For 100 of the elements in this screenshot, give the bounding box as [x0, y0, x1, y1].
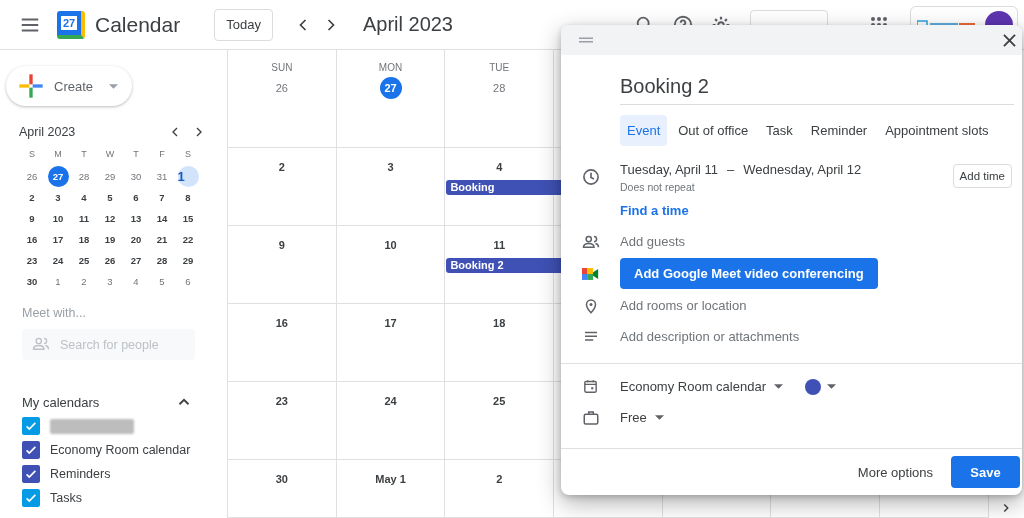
meet-button[interactable]: Add Google Meet video conferencing [620, 258, 878, 289]
day-number[interactable]: 23 [270, 390, 293, 412]
app-title: Calendar [95, 12, 181, 37]
mini-calendar-day[interactable]: 17 [47, 229, 69, 250]
mini-calendar-day[interactable]: 6 [125, 187, 147, 208]
create-button[interactable]: Create [6, 66, 133, 106]
event-type-tab[interactable]: Reminder [803, 115, 875, 146]
day-number[interactable]: 27 [379, 77, 402, 99]
day-number[interactable]: 16 [270, 312, 293, 334]
mini-calendar-day[interactable]: 1 [47, 271, 69, 292]
mini-calendar-day[interactable]: 25 [73, 250, 95, 271]
drag-handle-icon[interactable] [579, 37, 593, 43]
recurrence-text[interactable]: Does not repeat [620, 181, 695, 193]
end-date[interactable]: Wednesday, April 12 [743, 162, 862, 177]
mini-calendar-day[interactable]: 26 [21, 166, 43, 187]
event-chip[interactable]: Booking [446, 180, 563, 195]
mini-calendar-day[interactable]: 3 [47, 187, 69, 208]
clock-icon [580, 167, 601, 187]
mini-calendar-day[interactable]: 28 [73, 166, 95, 187]
event-type-tab[interactable]: Event [620, 115, 668, 146]
mini-calendar-day[interactable]: 9 [21, 208, 43, 229]
checkbox[interactable] [22, 465, 40, 483]
day-number[interactable]: 26 [270, 77, 293, 99]
day-number[interactable]: May 1 [372, 468, 409, 490]
today-button[interactable]: Today [214, 8, 273, 41]
day-number[interactable]: 2 [270, 156, 293, 178]
find-time-link[interactable]: Find a time [620, 203, 689, 218]
mini-calendar-day[interactable]: 30 [21, 271, 43, 292]
mini-calendar-day[interactable]: 21 [151, 229, 173, 250]
location-field[interactable]: Add rooms or location [620, 298, 747, 313]
mini-calendar-day[interactable]: 14 [151, 208, 173, 229]
weekday-label: W [104, 148, 116, 161]
weekday-label: MON [378, 62, 403, 74]
day-number[interactable]: 18 [488, 312, 511, 334]
mini-calendar-day[interactable]: 27 [47, 166, 69, 187]
mini-calendar-day[interactable]: 2 [73, 271, 95, 292]
mini-calendar-day[interactable]: 29 [177, 250, 199, 271]
mini-calendar-day[interactable]: 1 [177, 166, 199, 187]
day-number[interactable]: 28 [488, 77, 511, 99]
mini-calendar-day[interactable]: 15 [177, 208, 199, 229]
day-number[interactable]: 24 [379, 390, 402, 412]
briefcase-icon [581, 408, 600, 427]
calendar-dropdown[interactable]: Economy Room calendar [620, 379, 783, 394]
search-people-field[interactable]: Search for people [22, 329, 195, 360]
day-number[interactable]: 11 [488, 234, 511, 256]
day-number[interactable]: 2 [488, 468, 511, 490]
mini-calendar-day[interactable]: 24 [47, 250, 69, 271]
mini-calendar-day[interactable]: 23 [21, 250, 43, 271]
caret-icon [773, 384, 783, 389]
day-number[interactable]: 3 [379, 156, 402, 178]
mini-calendar-day[interactable]: 31 [151, 166, 173, 187]
availability-dropdown[interactable]: Free [620, 410, 664, 425]
checkbox[interactable] [22, 441, 40, 459]
checkbox[interactable] [22, 489, 40, 507]
weekday-label: S [184, 148, 192, 161]
mini-calendar-day[interactable]: 10 [47, 208, 69, 229]
mini-calendar-day[interactable]: 5 [99, 187, 121, 208]
day-number[interactable]: 9 [270, 234, 293, 256]
section-title: Meet with... [22, 306, 87, 320]
mini-calendar-day[interactable]: 11 [73, 208, 95, 229]
mini-calendar-day[interactable]: 28 [151, 250, 173, 271]
calendar-name: Economy Room calendar [50, 443, 191, 457]
mini-calendar-day[interactable]: 29 [99, 166, 121, 187]
event-type-tab[interactable]: Out of office [671, 115, 756, 146]
mini-calendar-day[interactable]: 4 [73, 187, 95, 208]
mini-calendar-day[interactable]: 2 [21, 187, 43, 208]
day-number[interactable]: 17 [379, 312, 402, 334]
description-field[interactable]: Add description or attachments [620, 329, 800, 344]
color-dropdown[interactable] [804, 378, 836, 395]
close-icon[interactable] [1003, 33, 1016, 47]
day-number[interactable]: 10 [379, 234, 402, 256]
video-camera-icon [582, 266, 599, 281]
day-number[interactable]: 25 [488, 390, 511, 412]
mini-calendar-day[interactable]: 26 [99, 250, 121, 271]
mini-calendar-day[interactable]: 30 [125, 166, 147, 187]
mini-calendar-day[interactable]: 6 [177, 271, 199, 292]
day-number[interactable]: 4 [488, 156, 511, 178]
mini-calendar-day[interactable]: 16 [21, 229, 43, 250]
mini-calendar-day[interactable]: 3 [99, 271, 121, 292]
checkbox[interactable] [22, 417, 40, 435]
mini-calendar-day[interactable]: 12 [99, 208, 121, 229]
mini-calendar-day[interactable]: 7 [151, 187, 173, 208]
event-type-tab[interactable]: Task [759, 115, 800, 146]
start-date[interactable]: Tuesday, April 11 [620, 162, 719, 177]
mini-calendar-day[interactable]: 22 [177, 229, 199, 250]
add-guests-field[interactable]: Add guests [620, 234, 686, 249]
mini-calendar-day[interactable]: 5 [151, 271, 173, 292]
add-time-button[interactable]: Add time [952, 164, 1012, 188]
day-number[interactable]: 30 [270, 468, 293, 490]
mini-calendar-day[interactable]: 27 [125, 250, 147, 271]
mini-calendar-day[interactable]: 13 [125, 208, 147, 229]
mini-calendar-day[interactable]: 20 [125, 229, 147, 250]
event-chip[interactable]: Booking 2 [446, 258, 563, 273]
mini-calendar-day[interactable]: 4 [125, 271, 147, 292]
mini-calendar-day[interactable]: 19 [99, 229, 121, 250]
event-type-tab[interactable]: Appointment slots [878, 115, 996, 146]
mini-calendar-day[interactable]: 18 [73, 229, 95, 250]
save-button[interactable]: Save [951, 456, 1020, 488]
mini-calendar-day[interactable]: 8 [177, 187, 199, 208]
more-options-button[interactable]: More options [851, 463, 939, 481]
